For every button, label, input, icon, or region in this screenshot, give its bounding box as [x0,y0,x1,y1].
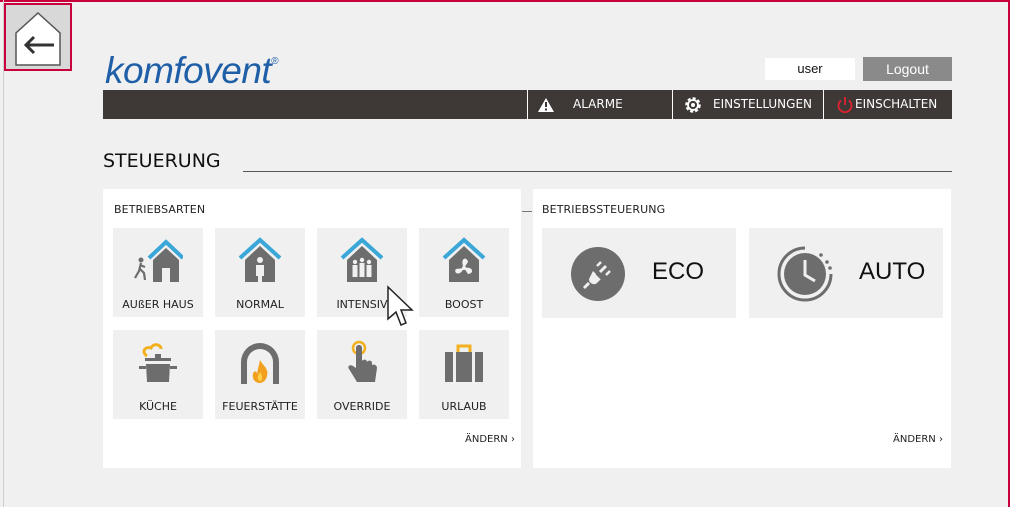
warning-icon [538,90,554,119]
nav-settings[interactable]: EINSTELLUNGEN [673,90,823,119]
modes-change-link[interactable]: ÄNDERN › [465,434,515,445]
fireplace-icon [241,343,279,384]
nav-alarm[interactable]: ALARME [528,90,672,119]
auto-button[interactable]: AUTO [749,228,943,318]
logo-text: komfovent [105,50,272,91]
left-border [3,0,4,507]
away-house-icon [134,239,183,282]
logout-button[interactable]: Logout [863,57,952,81]
mode-holiday-label: URLAUB [441,400,487,413]
mode-override[interactable]: OVERRIDE [317,330,407,419]
power-icon [836,90,854,119]
user-label: user [765,58,855,80]
home-back-button[interactable] [4,3,72,71]
boost-house-icon [442,237,486,282]
mode-fireplace-label: FEUERSTÄTTE [222,400,298,413]
mode-normal[interactable]: NORMAL [215,228,305,317]
nav-alarm-label: ALARME [573,97,623,111]
mode-kitchen-label: KÜCHE [139,400,177,413]
eco-label: ECO [652,258,705,285]
auto-clock-icon [777,246,833,302]
control-change-link[interactable]: ÄNDERN › [893,434,943,445]
mode-intensive-label: INTENSIV [336,298,388,311]
mode-boost[interactable]: BOOST [419,228,509,317]
mode-boost-label: BOOST [444,298,484,311]
mode-normal-label: NORMAL [236,298,284,311]
mode-holiday[interactable]: URLAUB [419,330,509,419]
logo-trademark: ® [271,56,279,67]
page-title: STEUERUNG [103,150,221,172]
home-back-icon [15,11,61,66]
mode-kitchen[interactable]: KÜCHE [113,330,203,419]
control-panel: BETRIEBSSTEUERUNG ECO AUTO ÄNDERN › [533,189,951,468]
mode-away[interactable]: AUßER HAUS [113,228,203,317]
mode-override-label: OVERRIDE [333,400,391,413]
panel-connector [522,211,532,212]
title-underline [243,171,952,172]
mode-fireplace[interactable]: FEUERSTÄTTE [215,330,305,419]
override-hand-icon [348,340,377,382]
intensive-house-icon [340,237,384,282]
gear-icon [683,90,703,119]
modes-heading: BETRIEBSARTEN [114,203,206,216]
main-navbar: ALARME EINSTELLUNGEN EINSCHALTEN [103,90,952,119]
top-border [0,0,1010,2]
nav-power-label: EINSCHALTEN [855,97,938,111]
nav-settings-label: EINSTELLUNGEN [713,97,813,111]
holiday-suitcase-icon [445,344,483,382]
komfovent-logo: komfovent® [105,50,279,92]
eco-plug-icon [571,247,625,301]
auto-label: AUTO [859,258,926,285]
kitchen-pot-icon [139,343,177,382]
modes-panel: BETRIEBSARTEN AUßER HAUS NORMAL INTENSIV [103,189,521,468]
control-heading: BETRIEBSSTEUERUNG [542,203,666,216]
mode-intensive[interactable]: INTENSIV [317,228,407,317]
eco-button[interactable]: ECO [542,228,736,318]
mode-away-label: AUßER HAUS [122,298,194,311]
nav-power[interactable]: EINSCHALTEN [824,90,952,119]
normal-house-icon [238,237,282,282]
